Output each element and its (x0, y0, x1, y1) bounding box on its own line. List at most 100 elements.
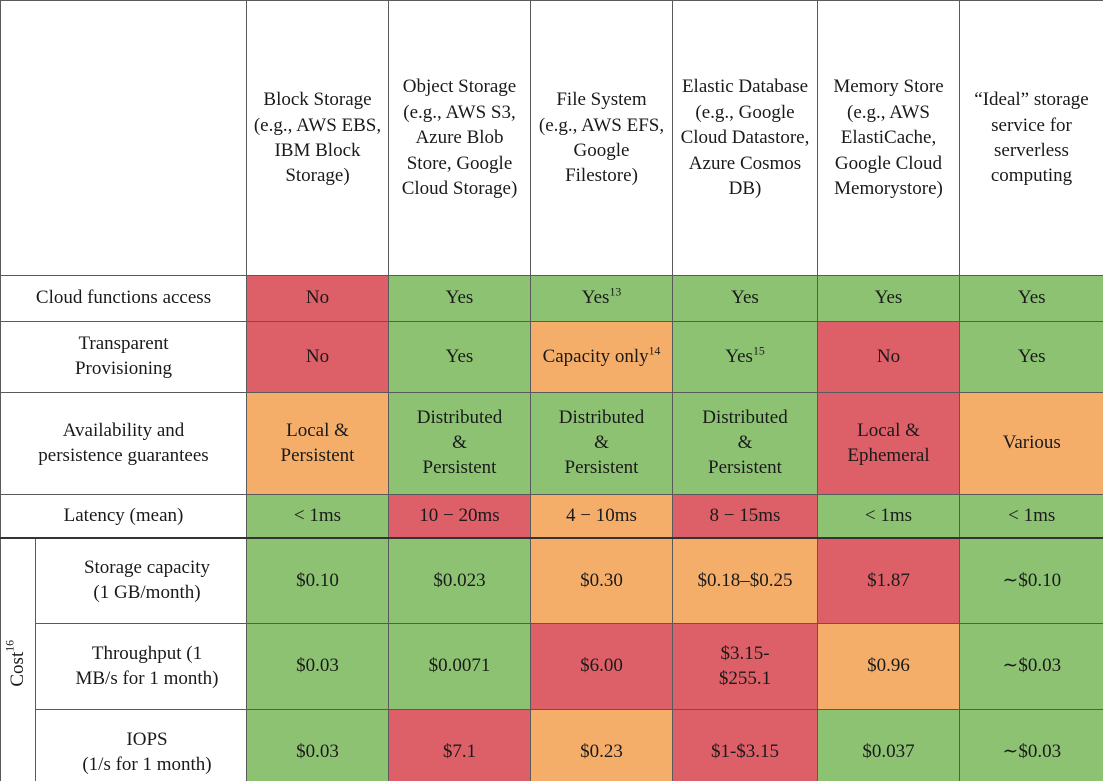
table-row-availability-persistence: Availability and persistence guarantees … (0, 392, 1103, 495)
cell-throughput-filesystem: $6.00 (530, 623, 673, 710)
cell-cfa-object: Yes (388, 275, 531, 322)
cell-tp-elasticdb: Yes15 (672, 321, 818, 393)
cell-throughput-ideal: ∼$0.03 (959, 623, 1103, 710)
label-line: (1/s for 1 month) (82, 753, 212, 775)
comparison-table-root: Block Storage (e.g., AWS EBS, IBM Block … (0, 0, 1103, 781)
cell-tp-block: No (246, 321, 389, 393)
cell-iops-block: $0.03 (246, 709, 389, 781)
cell-avail-filesystem: Distributed & Persistent (530, 392, 673, 495)
cell-text: Yes (581, 287, 610, 309)
cell-line: Ephemeral (847, 444, 930, 466)
cell-line: Persistent (708, 456, 782, 478)
cell-avail-object: Distributed & Persistent (388, 392, 531, 495)
cell-throughput-memorystore: $0.96 (817, 623, 960, 710)
row-label-throughput: Throughput (1 MB/s for 1 month) (35, 623, 247, 710)
cell-iops-elasticdb: $1-$3.15 (672, 709, 818, 781)
cell-iops-object: $7.1 (388, 709, 531, 781)
cell-cfa-ideal: Yes (959, 275, 1103, 322)
cell-line: only14 (614, 344, 661, 367)
header-elastic-database: Elastic Database (e.g., Google Cloud Dat… (672, 0, 818, 276)
cell-line: Capacity (542, 345, 611, 367)
header-memory-store: Memory Store (e.g., AWS ElastiCache, Goo… (817, 0, 960, 276)
table-row-cost-storage-capacity: Cost16 Storage capacity (1 GB/month) $0.… (0, 537, 1103, 781)
cell-line: Persistent (422, 456, 497, 478)
cell-throughput-block: $0.03 (246, 623, 389, 710)
footnote-marker: 13 (609, 285, 622, 299)
storage-comparison-table: Block Storage (e.g., AWS EBS, IBM Block … (0, 0, 1103, 781)
cell-storagecap-object: $0.023 (388, 537, 531, 624)
cell-throughput-elasticdb: $3.15- $255.1 (672, 623, 818, 710)
cell-latency-memorystore: < 1ms (817, 494, 960, 539)
header-ideal-storage-service: “Ideal” storage service for serverless c… (959, 0, 1103, 276)
cell-storagecap-ideal: ∼$0.10 (959, 537, 1103, 624)
cell-latency-block: < 1ms (246, 494, 389, 539)
header-corner-blank (0, 0, 247, 276)
table-row-latency: Latency (mean) < 1ms 10 − 20ms 4 − 10ms … (0, 494, 1103, 539)
cell-line: Persistent (280, 444, 355, 466)
cell-line: Distributed (702, 407, 788, 429)
cost-rotated-label: Cost16 (3, 640, 31, 687)
cell-storagecap-memorystore: $1.87 (817, 537, 960, 624)
row-group-label-cost: Cost16 (0, 537, 36, 781)
header-block-storage: Block Storage (e.g., AWS EBS, IBM Block … (246, 0, 389, 276)
cell-line: $3.15- (720, 642, 770, 664)
cell-cfa-block: No (246, 275, 389, 322)
cell-avail-elasticdb: Distributed & Persistent (672, 392, 818, 495)
cell-line: Distributed (416, 407, 503, 429)
row-label-transparent-provisioning: Transparent Provisioning (0, 321, 247, 393)
cell-avail-ideal: Various (959, 392, 1103, 495)
footnote-marker: 14 (648, 344, 661, 358)
cell-tp-memorystore: No (817, 321, 960, 393)
label-line: persistence guarantees (38, 444, 209, 466)
cell-iops-ideal: ∼$0.03 (959, 709, 1103, 781)
cell-line: Persistent (564, 456, 639, 478)
label-line: IOPS (126, 728, 168, 750)
cell-line: $255.1 (718, 667, 772, 689)
cell-tp-object: Yes (388, 321, 531, 393)
header-object-storage: Object Storage (e.g., AWS S3, Azure Blob… (388, 0, 531, 276)
row-label-iops: IOPS (1/s for 1 month) (35, 709, 247, 781)
cost-label-text: Cost (6, 651, 28, 687)
header-file-system: File System (e.g., AWS EFS, Google Files… (530, 0, 673, 276)
cell-throughput-object: $0.0071 (388, 623, 531, 710)
cell-tp-ideal: Yes (959, 321, 1103, 393)
cell-iops-memorystore: $0.037 (817, 709, 960, 781)
cell-cfa-memorystore: Yes (817, 275, 960, 322)
footnote-marker: 16 (3, 640, 17, 652)
row-label-cloud-functions-access: Cloud functions access (0, 275, 247, 322)
cell-line: Local & (857, 419, 920, 441)
cell-storagecap-filesystem: $0.30 (530, 537, 673, 624)
cell-cfa-filesystem: Yes13 (530, 275, 673, 322)
table-row-cost-throughput: Throughput (1 MB/s for 1 month) $0.03 $0… (1, 623, 1103, 710)
cell-line: & (452, 432, 467, 454)
label-line: Throughput (1 (91, 642, 203, 664)
table-row-transparent-provisioning: Transparent Provisioning No Yes Capacity… (0, 321, 1103, 393)
cell-storagecap-block: $0.10 (246, 537, 389, 624)
row-label-availability-persistence: Availability and persistence guarantees (0, 392, 247, 495)
table-row-cloud-functions-access: Cloud functions access No Yes Yes13 Yes … (0, 275, 1103, 322)
row-label-storage-capacity: Storage capacity (1 GB/month) (35, 538, 247, 624)
label-line: Availability and (62, 419, 185, 441)
cell-avail-memorystore: Local & Ephemeral (817, 392, 960, 495)
label-line: Provisioning (74, 358, 173, 379)
label-line: (1 GB/month) (93, 582, 201, 603)
table-row-cost-iops: IOPS (1/s for 1 month) $0.03 $7.1 $0.23 … (1, 709, 1103, 781)
cell-line-text: only (614, 345, 649, 367)
cell-storagecap-elasticdb: $0.18–$0.25 (672, 537, 818, 624)
cell-latency-filesystem: 4 − 10ms (530, 494, 673, 539)
cell-latency-ideal: < 1ms (959, 494, 1103, 539)
label-line: Transparent (78, 333, 169, 355)
footnote-marker: 15 (752, 344, 765, 358)
cell-cfa-elasticdb: Yes (672, 275, 818, 322)
label-line: MB/s for 1 month) (75, 667, 219, 689)
row-label-latency: Latency (mean) (0, 494, 247, 539)
cell-line: Local & (286, 419, 349, 441)
label-line: Storage capacity (83, 557, 211, 579)
cell-line: & (594, 432, 609, 454)
cell-tp-filesystem: Capacity only14 (530, 321, 673, 393)
cell-avail-block: Local & Persistent (246, 392, 389, 495)
table-header-row: Block Storage (e.g., AWS EBS, IBM Block … (0, 0, 1103, 276)
cell-line: Distributed (558, 407, 645, 429)
cell-iops-filesystem: $0.23 (530, 709, 673, 781)
cell-latency-elasticdb: 8 − 15ms (672, 494, 818, 539)
